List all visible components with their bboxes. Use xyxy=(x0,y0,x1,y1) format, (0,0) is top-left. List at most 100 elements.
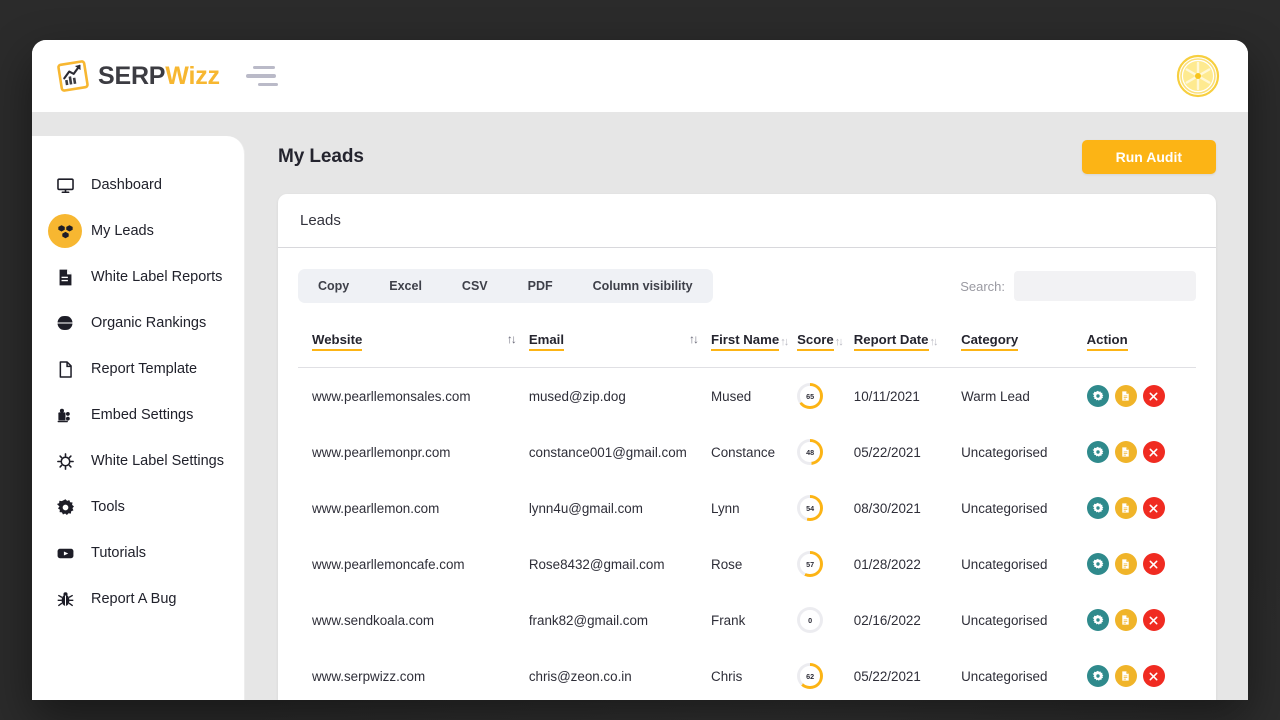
settings-action[interactable] xyxy=(1086,609,1109,631)
sidebar-item-white-label-settings[interactable]: White Label Settings xyxy=(32,438,244,484)
table-header-row: Website ↑↓ Email ↑↓ First Name ↑↓ Score … xyxy=(298,318,1196,368)
run-audit-button[interactable]: Run Audit xyxy=(1081,140,1216,174)
sort-icon[interactable]: ↑↓ xyxy=(930,337,939,351)
sidebar-item-dashboard[interactable]: Dashboard xyxy=(32,162,244,208)
row-action-group xyxy=(1086,497,1196,519)
settings-action[interactable] xyxy=(1086,497,1109,519)
sidebar-item-report-a-bug[interactable]: Report A Bug xyxy=(32,576,244,622)
column-header-score[interactable]: Score ↑↓ xyxy=(797,318,854,368)
search-input[interactable] xyxy=(1014,271,1196,301)
score-value: 65 xyxy=(800,386,820,406)
score-value: 0 xyxy=(800,610,820,630)
column-label: Score xyxy=(797,332,834,351)
sidebar-item-label: Tools xyxy=(91,499,125,515)
score-ring: 0 xyxy=(797,607,824,633)
sidebar-item-tutorials[interactable]: Tutorials xyxy=(32,530,244,576)
delete-action[interactable] xyxy=(1142,441,1165,463)
column-label: Action xyxy=(1086,332,1128,351)
cell-report-date: 05/22/2021 xyxy=(853,444,921,460)
report-action[interactable] xyxy=(1114,441,1137,463)
monitor-icon xyxy=(48,168,82,202)
settings-action[interactable] xyxy=(1086,553,1109,575)
report-action[interactable] xyxy=(1114,609,1137,631)
sort-icon[interactable]: ↑↓ xyxy=(689,332,699,346)
cell-first-name: Chris xyxy=(711,668,743,684)
report-action[interactable] xyxy=(1114,385,1137,407)
card-title: Leads xyxy=(278,194,1216,248)
delete-action[interactable] xyxy=(1142,609,1165,631)
sort-icon[interactable]: ↑↓ xyxy=(835,337,844,351)
excel-button[interactable]: Excel xyxy=(369,269,442,303)
cell-category: Uncategorised xyxy=(961,668,1048,684)
settings-action[interactable] xyxy=(1086,385,1109,407)
cell-category: Warm Lead xyxy=(961,388,1030,404)
bug-icon xyxy=(48,582,82,616)
video-icon xyxy=(48,536,82,570)
sort-icon[interactable]: ↑↓ xyxy=(507,332,517,346)
cell-actions xyxy=(1086,424,1196,480)
page-header: My Leads Run Audit xyxy=(278,134,1216,180)
score-ring: 54 xyxy=(797,495,824,521)
csv-button[interactable]: CSV xyxy=(442,269,508,303)
brand-logo[interactable]: SERPWizz xyxy=(52,55,220,97)
leads-table: Website ↑↓ Email ↑↓ First Name ↑↓ Score … xyxy=(298,318,1196,700)
page-title: My Leads xyxy=(278,146,364,167)
copy-button[interactable]: Copy xyxy=(298,269,369,303)
cell-actions xyxy=(1086,536,1196,592)
sidebar: Dashboard My Leads White Label Reports O… xyxy=(32,136,245,700)
sidebar-item-my-leads[interactable]: My Leads xyxy=(32,208,244,254)
export-buttons-group: Copy Excel CSV PDF Column visibility xyxy=(298,269,713,303)
sidebar-item-label: Organic Rankings xyxy=(91,315,207,331)
page-icon xyxy=(48,352,82,386)
sidebar-item-label: Report Template xyxy=(91,361,198,377)
report-action[interactable] xyxy=(1114,497,1137,519)
delete-action[interactable] xyxy=(1142,553,1165,575)
cell-first-name: Constance xyxy=(711,444,776,460)
card-body: Copy Excel CSV PDF Column visibility Sea… xyxy=(278,248,1216,700)
cell-score: 65 xyxy=(797,368,854,425)
sidebar-item-label: White Label Settings xyxy=(91,453,224,469)
brand-name-part1: SERP xyxy=(98,61,166,90)
settings-action[interactable] xyxy=(1086,665,1109,687)
score-ring: 65 xyxy=(797,383,824,409)
table-row: www.pearllemonsales.com mused@zip.dog Muse… xyxy=(298,368,1196,425)
cell-email: constance001@gmail.com xyxy=(528,444,687,460)
cell-website: www.pearllemon.com xyxy=(312,500,440,516)
desktop-background: SERPWizz Dashboard My Leads White Label … xyxy=(0,0,1280,720)
column-header-first-name[interactable]: First Name ↑↓ xyxy=(711,318,797,368)
cell-website: www.pearllemoncafe.com xyxy=(312,556,465,572)
column-visibility-button[interactable]: Column visibility xyxy=(573,269,713,303)
cell-score: 48 xyxy=(797,424,854,480)
score-value: 54 xyxy=(800,498,820,518)
hamburger-icon[interactable] xyxy=(245,63,280,89)
search-area: Search: xyxy=(960,271,1196,301)
column-header-email[interactable]: Email ↑↓ xyxy=(528,318,711,368)
report-action[interactable] xyxy=(1114,553,1137,575)
delete-action[interactable] xyxy=(1142,665,1165,687)
pdf-button[interactable]: PDF xyxy=(508,269,573,303)
gear-solid-icon xyxy=(48,490,82,524)
delete-action[interactable] xyxy=(1142,497,1165,519)
score-value: 48 xyxy=(800,442,820,462)
globe-icon xyxy=(48,306,82,340)
cell-actions xyxy=(1086,648,1196,700)
sort-icon[interactable]: ↑↓ xyxy=(780,337,789,351)
cell-report-date: 05/22/2021 xyxy=(853,668,921,684)
settings-action[interactable] xyxy=(1086,441,1109,463)
lemon-avatar-icon[interactable] xyxy=(1176,54,1220,98)
column-label: First Name xyxy=(711,332,780,351)
report-action[interactable] xyxy=(1114,665,1137,687)
score-ring: 48 xyxy=(797,439,824,465)
sidebar-item-embed-settings[interactable]: Embed Settings xyxy=(32,392,244,438)
cell-actions xyxy=(1086,592,1196,648)
sidebar-item-organic-rankings[interactable]: Organic Rankings xyxy=(32,300,244,346)
sidebar-item-tools[interactable]: Tools xyxy=(32,484,244,530)
sidebar-item-white-label-reports[interactable]: White Label Reports xyxy=(32,254,244,300)
sidebar-item-report-template[interactable]: Report Template xyxy=(32,346,244,392)
column-header-website[interactable]: Website ↑↓ xyxy=(298,318,529,368)
column-header-report-date[interactable]: Report Date ↑↓ xyxy=(853,318,961,368)
search-label: Search: xyxy=(960,278,1005,294)
column-header-action: Action xyxy=(1086,318,1196,368)
sidebar-item-label: Report A Bug xyxy=(91,591,177,607)
delete-action[interactable] xyxy=(1142,385,1165,407)
